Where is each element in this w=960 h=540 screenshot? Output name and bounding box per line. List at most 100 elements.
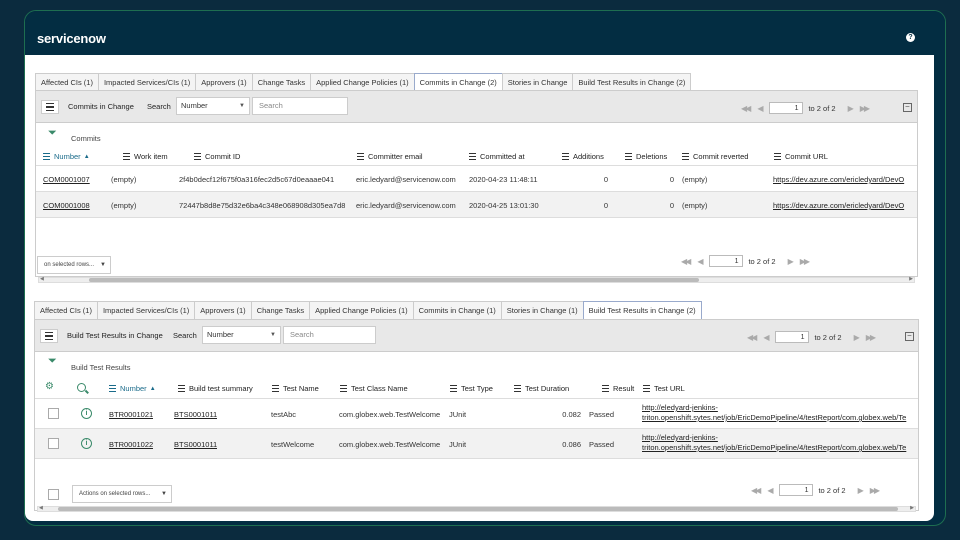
column-header-2[interactable]: Commit ID <box>194 152 240 161</box>
last-page-icon[interactable]: ▶▶ <box>860 104 870 113</box>
cell-0[interactable]: COM0001008 <box>43 201 90 210</box>
cell-8[interactable]: triton.openshift.sytes.net/job/EricDemoP… <box>642 413 918 422</box>
column-menu-icon[interactable] <box>43 153 50 160</box>
column-header-1[interactable]: Build test summary <box>178 384 253 393</box>
prev-page-icon[interactable]: ◀ <box>697 257 703 266</box>
tab-3[interactable]: Change Tasks <box>251 73 312 91</box>
column-header-3[interactable]: Test Class Name <box>340 384 408 393</box>
filter-icon[interactable]: ⏷ <box>48 356 57 367</box>
horizontal-scrollbar[interactable]: ◀ ▶ <box>37 505 916 512</box>
tab-4[interactable]: Applied Change Policies (1) <box>309 301 414 319</box>
search-icon[interactable] <box>77 383 86 392</box>
tab-6[interactable]: Stories in Change <box>501 73 574 91</box>
next-page-icon[interactable]: ▶ <box>788 257 794 266</box>
list-menu-button[interactable] <box>41 100 59 114</box>
scroll-right-icon[interactable]: ▶ <box>909 276 913 282</box>
column-header-0[interactable]: Number ▲ <box>43 152 90 161</box>
info-icon[interactable]: i <box>81 438 92 449</box>
page-input[interactable]: 1 <box>769 102 804 114</box>
column-menu-icon[interactable] <box>469 153 476 160</box>
column-header-4[interactable]: Committed at <box>469 152 525 161</box>
column-menu-icon[interactable] <box>123 153 130 160</box>
column-menu-icon[interactable] <box>178 385 185 392</box>
page-input[interactable]: 1 <box>775 331 810 343</box>
column-menu-icon[interactable] <box>625 153 632 160</box>
cell-1[interactable]: BTS0001011 <box>174 440 217 449</box>
tab-3[interactable]: Change Tasks <box>250 301 311 319</box>
column-menu-icon[interactable] <box>450 385 457 392</box>
column-menu-icon[interactable] <box>109 385 116 392</box>
tab-0[interactable]: Affected CIs (1) <box>35 73 99 91</box>
first-page-icon[interactable]: ◀◀ <box>741 104 751 113</box>
breadcrumb[interactable]: Commits <box>71 134 101 143</box>
column-menu-icon[interactable] <box>514 385 521 392</box>
column-header-6[interactable]: Deletions <box>625 152 667 161</box>
servicenow-logo[interactable]: servicenow <box>37 31 106 46</box>
column-menu-icon[interactable] <box>194 153 201 160</box>
cell-8[interactable]: https://dev.azure.com/ericledyard/DevO <box>773 175 917 184</box>
column-header-5[interactable]: Test Duration <box>514 384 569 393</box>
page-input[interactable]: 1 <box>779 484 814 496</box>
column-menu-icon[interactable] <box>272 385 279 392</box>
prev-page-icon[interactable]: ◀ <box>757 104 763 113</box>
column-menu-icon[interactable] <box>340 385 347 392</box>
search-input[interactable]: Search <box>252 97 348 115</box>
tab-2[interactable]: Approvers (1) <box>195 73 253 91</box>
row-checkbox[interactable] <box>48 408 59 419</box>
column-header-7[interactable]: Commit reverted <box>682 152 748 161</box>
first-page-icon[interactable]: ◀◀ <box>681 257 691 266</box>
tab-7[interactable]: Build Test Results in Change (2) <box>572 73 692 91</box>
cell-8[interactable]: https://dev.azure.com/ericledyard/DevO <box>773 201 917 210</box>
column-header-2[interactable]: Test Name <box>272 384 319 393</box>
gear-icon[interactable]: ⚙ <box>45 381 54 392</box>
scroll-left-icon[interactable]: ◀ <box>39 505 43 511</box>
table-row[interactable]: i BTR0001022 BTS0001011 testWelcome com.glob… <box>35 429 918 459</box>
cell-0[interactable]: BTR0001022 <box>109 440 153 449</box>
tab-5[interactable]: Commits in Change (2) <box>413 73 503 91</box>
column-header-7[interactable]: Test URL <box>643 384 685 393</box>
last-page-icon[interactable]: ▶▶ <box>866 333 876 342</box>
scrollbar-thumb[interactable] <box>89 278 699 282</box>
next-page-icon[interactable]: ▶ <box>848 104 854 113</box>
first-page-icon[interactable]: ◀◀ <box>751 486 761 495</box>
column-header-6[interactable]: Result <box>602 384 634 393</box>
prev-page-icon[interactable]: ◀ <box>763 333 769 342</box>
next-page-icon[interactable]: ▶ <box>858 486 864 495</box>
collapse-icon[interactable]: – <box>905 332 914 341</box>
tab-1[interactable]: Impacted Services/CIs (1) <box>97 73 197 91</box>
tab-7[interactable]: Build Test Results in Change (2) <box>582 301 702 319</box>
info-icon[interactable]: i <box>81 408 92 419</box>
breadcrumb[interactable]: Build Test Results <box>71 363 130 372</box>
search-field-select[interactable]: Number ▼ <box>176 97 250 115</box>
filter-icon[interactable]: ⏷ <box>48 128 57 139</box>
table-row[interactable]: COM0001007 (empty) 2f4b0decf12f675f0a316fe… <box>36 166 917 192</box>
column-header-1[interactable]: Work item <box>123 152 168 161</box>
column-header-3[interactable]: Committer email <box>357 152 423 161</box>
column-menu-icon[interactable] <box>562 153 569 160</box>
column-header-5[interactable]: Additions <box>562 152 604 161</box>
page-input[interactable]: 1 <box>709 255 744 267</box>
cell-7[interactable]: http://eledyard-jenkins- <box>642 433 718 442</box>
cell-8[interactable]: triton.openshift.sytes.net/job/EricDemoP… <box>642 443 918 452</box>
list-menu-button[interactable] <box>40 329 58 343</box>
help-icon[interactable]: ? <box>906 33 915 42</box>
column-menu-icon[interactable] <box>357 153 364 160</box>
tab-0[interactable]: Affected CIs (1) <box>34 301 98 319</box>
search-field-select[interactable]: Number ▼ <box>202 326 281 344</box>
prev-page-icon[interactable]: ◀ <box>767 486 773 495</box>
cell-1[interactable]: BTS0001011 <box>174 410 217 419</box>
tab-4[interactable]: Applied Change Policies (1) <box>310 73 415 91</box>
cell-7[interactable]: http://eledyard-jenkins- <box>642 403 718 412</box>
table-row[interactable]: COM0001008 (empty) 72447b8d8e75d32e6ba4c34… <box>36 192 917 218</box>
table-row[interactable]: i BTR0001021 BTS0001011 testAbc com.globex.w… <box>35 399 918 429</box>
scroll-left-icon[interactable]: ◀ <box>40 276 44 282</box>
column-menu-icon[interactable] <box>643 385 650 392</box>
tab-5[interactable]: Commits in Change (1) <box>412 301 502 319</box>
actions-select[interactable]: Actions on selected rows... ▼ <box>72 485 172 503</box>
cell-0[interactable]: COM0001007 <box>43 175 90 184</box>
select-all-checkbox[interactable] <box>48 489 59 500</box>
search-input[interactable]: Search <box>283 326 376 344</box>
tab-6[interactable]: Stories in Change (1) <box>500 301 584 319</box>
last-page-icon[interactable]: ▶▶ <box>800 257 810 266</box>
scrollbar-thumb[interactable] <box>58 507 898 511</box>
